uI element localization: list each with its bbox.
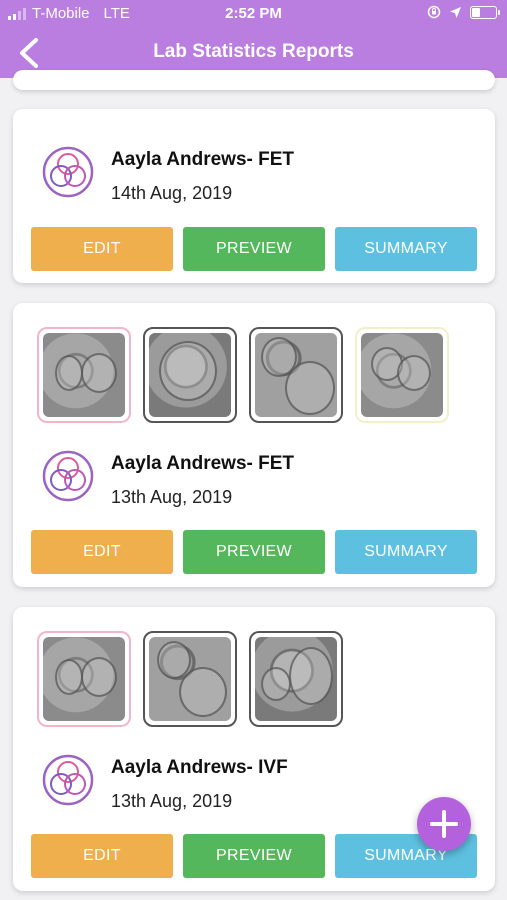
status-right bbox=[427, 5, 500, 19]
embryo-image-list bbox=[37, 631, 343, 727]
edit-button[interactable]: EDIT bbox=[31, 834, 173, 878]
patient-name: Aayla Andrews- FET bbox=[111, 453, 295, 474]
embryo-image[interactable] bbox=[249, 631, 343, 727]
clinic-logo-icon bbox=[41, 753, 95, 807]
edit-button[interactable]: EDIT bbox=[31, 530, 173, 574]
patient-name: Aayla Andrews- FET bbox=[111, 149, 295, 170]
preview-button[interactable]: PREVIEW bbox=[183, 530, 325, 574]
status-bar: T-Mobile LTE 2:52 PM bbox=[0, 0, 507, 28]
report-card-partial bbox=[13, 70, 495, 90]
embryo-image[interactable] bbox=[37, 631, 131, 727]
battery-icon bbox=[470, 5, 500, 19]
battery-fill bbox=[472, 7, 480, 17]
report-card: Aayla Andrews- FET 14th Aug, 2019 EDIT P… bbox=[13, 109, 495, 283]
embryo-image-list bbox=[37, 327, 449, 423]
orientation-lock-icon bbox=[427, 5, 441, 19]
summary-button[interactable]: SUMMARY bbox=[335, 530, 477, 574]
embryo-image[interactable] bbox=[355, 327, 449, 423]
plus-icon bbox=[430, 810, 458, 838]
embryo-image[interactable] bbox=[143, 327, 237, 423]
preview-button[interactable]: PREVIEW bbox=[183, 227, 325, 271]
embryo-image[interactable] bbox=[249, 327, 343, 423]
preview-button[interactable]: PREVIEW bbox=[183, 834, 325, 878]
clinic-logo-icon bbox=[41, 145, 95, 199]
report-date: 14th Aug, 2019 bbox=[111, 183, 233, 203]
report-date: 13th Aug, 2019 bbox=[111, 791, 233, 811]
patient-name: Aayla Andrews- IVF bbox=[111, 757, 288, 778]
embryo-image[interactable] bbox=[37, 327, 131, 423]
embryo-image[interactable] bbox=[143, 631, 237, 727]
summary-button[interactable]: SUMMARY bbox=[335, 227, 477, 271]
clinic-logo-icon bbox=[41, 449, 95, 503]
report-date: 13th Aug, 2019 bbox=[111, 487, 233, 507]
page-title: Lab Statistics Reports bbox=[153, 41, 354, 62]
add-report-button[interactable] bbox=[417, 797, 471, 851]
report-card: Aayla Andrews- FET 13th Aug, 2019 EDIT P… bbox=[13, 303, 495, 587]
edit-button[interactable]: EDIT bbox=[31, 227, 173, 271]
location-icon bbox=[450, 6, 461, 18]
